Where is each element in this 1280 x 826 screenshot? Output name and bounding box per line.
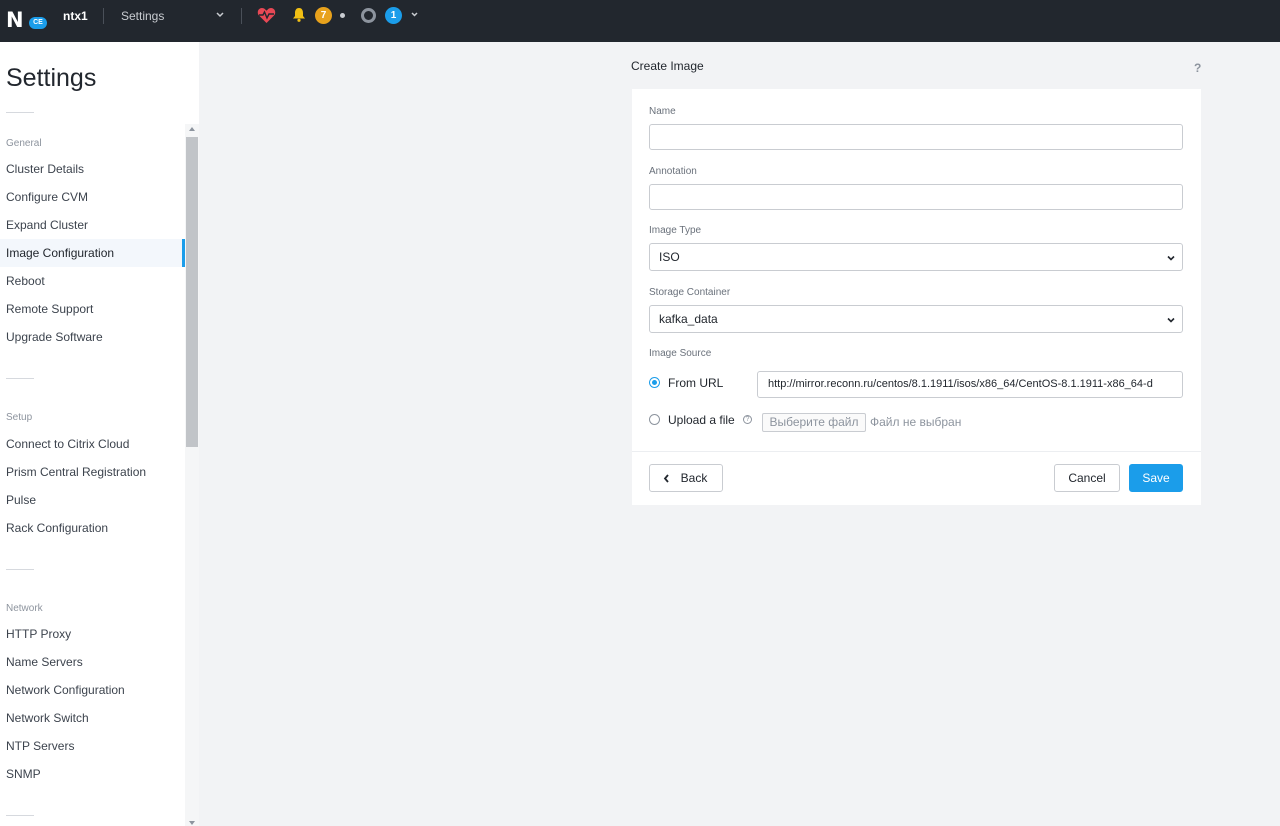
sidebar-item-connect-citrix-cloud[interactable]: Connect to Citrix Cloud (0, 430, 185, 458)
sidebar-title: Settings (6, 64, 97, 92)
dialog-title: Create Image (631, 59, 704, 73)
file-status-text: Файл не выбран (870, 415, 962, 429)
sidebar-item-ntp-servers[interactable]: NTP Servers (0, 732, 185, 760)
name-input[interactable] (649, 124, 1183, 150)
storage-container-label: Storage Container (649, 287, 731, 298)
chevron-down-icon[interactable] (214, 8, 226, 20)
sidebar-divider (6, 378, 34, 379)
bell-icon[interactable] (292, 7, 306, 22)
nutanix-logo[interactable]: N CE (6, 7, 48, 32)
from-url-label[interactable]: From URL (668, 376, 723, 390)
sidebar-item-reboot[interactable]: Reboot (0, 267, 185, 295)
storage-container-value: kafka_data (659, 312, 718, 326)
status-dot-icon (340, 13, 345, 18)
task-count-badge[interactable]: 1 (385, 7, 402, 24)
chevron-down-icon (1167, 255, 1175, 261)
sidebar-item-remote-support[interactable]: Remote Support (0, 295, 185, 323)
chevron-down-icon (1167, 317, 1175, 323)
help-icon[interactable]: ? (1194, 61, 1201, 75)
sidebar-item-expand-cluster[interactable]: Expand Cluster (0, 211, 185, 239)
sidebar-heading-setup: Setup (6, 412, 33, 423)
upload-file-radio[interactable] (649, 414, 660, 425)
sidebar-item-name-servers[interactable]: Name Servers (0, 648, 185, 676)
sidebar-item-snmp[interactable]: SNMP (0, 760, 185, 788)
cluster-name[interactable]: ntx1 (63, 9, 88, 23)
image-url-input[interactable]: http://mirror.reconn.ru/centos/8.1.1911/… (757, 371, 1183, 398)
storage-container-select[interactable]: kafka_data (649, 305, 1183, 333)
sidebar-item-http-proxy[interactable]: HTTP Proxy (0, 620, 185, 648)
image-type-select[interactable]: ISO (649, 243, 1183, 271)
save-button[interactable]: Save (1129, 464, 1183, 492)
sidebar-item-configure-cvm[interactable]: Configure CVM (0, 183, 185, 211)
tasks-ring-icon[interactable] (361, 8, 376, 23)
sidebar-item-network-configuration[interactable]: Network Configuration (0, 676, 185, 704)
sidebar-divider (6, 815, 34, 816)
logo-mark: N (6, 8, 24, 32)
chevron-down-icon[interactable] (409, 9, 420, 20)
sidebar-item-cluster-details[interactable]: Cluster Details (0, 155, 185, 183)
sidebar-heading-network: Network (6, 603, 43, 614)
settings-sidebar: Settings General Cluster Details Configu… (0, 42, 199, 826)
sidebar-heading-general: General (6, 138, 42, 149)
sidebar-divider (6, 112, 34, 113)
name-label: Name (649, 106, 676, 117)
topbar-separator (103, 8, 104, 24)
chevron-left-icon (663, 474, 669, 483)
info-icon[interactable]: ? (743, 415, 752, 424)
scroll-down-arrow-icon[interactable] (188, 820, 196, 826)
back-button-label: Back (680, 471, 708, 485)
logo-ce-badge: CE (29, 17, 47, 29)
sidebar-item-pulse[interactable]: Pulse (0, 486, 185, 514)
top-bar: N CE ntx1 Settings 7 1 (0, 0, 1280, 42)
upload-file-label[interactable]: Upload a file (668, 413, 735, 427)
cancel-button[interactable]: Cancel (1054, 464, 1120, 492)
create-image-form: Name Annotation Image Type ISO Storage C… (632, 89, 1201, 505)
sidebar-item-prism-central-registration[interactable]: Prism Central Registration (0, 458, 185, 486)
sidebar-divider (6, 569, 34, 570)
heart-health-icon[interactable] (257, 7, 276, 24)
topbar-separator (241, 8, 242, 24)
choose-file-button[interactable]: Выберите файл (762, 413, 866, 432)
sidebar-item-network-switch[interactable]: Network Switch (0, 704, 185, 732)
image-type-label: Image Type (649, 225, 702, 236)
sidebar-item-rack-configuration[interactable]: Rack Configuration (0, 514, 185, 542)
scroll-up-arrow-icon[interactable] (188, 126, 196, 132)
sidebar-scrollbar-thumb[interactable] (186, 137, 198, 447)
main-menu-label[interactable]: Settings (121, 9, 164, 23)
back-button[interactable]: Back (649, 464, 723, 492)
image-source-label: Image Source (649, 348, 712, 359)
annotation-input[interactable] (649, 184, 1183, 210)
sidebar-item-image-configuration[interactable]: Image Configuration (0, 239, 185, 267)
sidebar-item-upgrade-software[interactable]: Upgrade Software (0, 323, 185, 351)
alert-count-badge[interactable]: 7 (315, 7, 332, 24)
image-type-value: ISO (659, 250, 680, 264)
annotation-label: Annotation (649, 166, 697, 177)
form-footer-divider (632, 451, 1201, 452)
from-url-radio[interactable] (649, 377, 660, 388)
